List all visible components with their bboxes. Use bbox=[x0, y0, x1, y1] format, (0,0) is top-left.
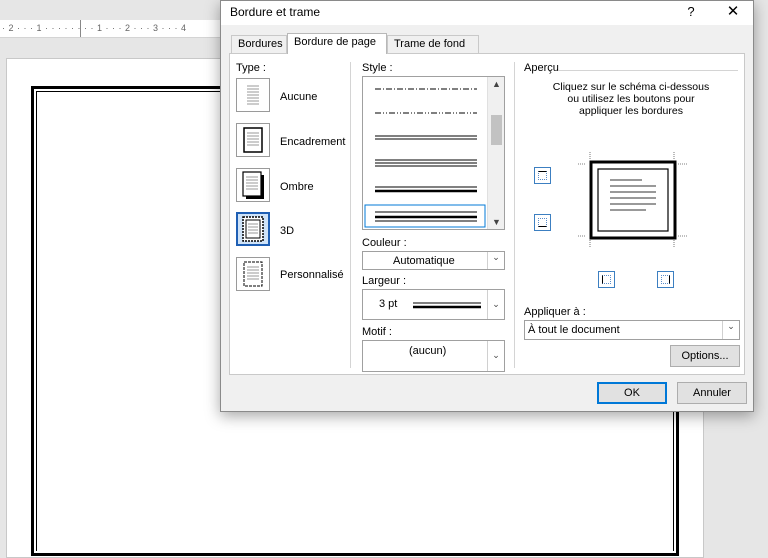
type-none-label[interactable]: Aucune bbox=[280, 91, 317, 103]
cancel-button[interactable]: Annuler bbox=[677, 382, 747, 404]
width-dropdown[interactable]: 3 pt ⌄ bbox=[362, 289, 505, 320]
color-value: Automatique bbox=[393, 255, 455, 267]
style-thin-thick-selected[interactable] bbox=[375, 211, 477, 222]
tab-content-panel: Type : Aucune Encadrement Ombre 3D Perso… bbox=[229, 53, 745, 375]
style-double[interactable] bbox=[375, 135, 477, 140]
color-label: Couleur : bbox=[362, 237, 407, 249]
chevron-down-icon[interactable]: ⌄ bbox=[487, 341, 504, 371]
column-divider bbox=[514, 62, 515, 368]
apply-to-dropdown[interactable]: À tout le document ⌄ bbox=[524, 320, 740, 340]
type-box-label[interactable]: Encadrement bbox=[280, 136, 345, 148]
type-label: Type : bbox=[236, 62, 266, 74]
style-scrollbar[interactable]: ▲ ▼ bbox=[487, 77, 504, 229]
ruler-text: · 2 · · · 1 · · · · · · · · 1 · · · 2 · … bbox=[2, 23, 187, 33]
type-none-icon[interactable] bbox=[236, 78, 270, 112]
style-options[interactable] bbox=[363, 77, 487, 229]
style-label: Style : bbox=[362, 62, 393, 74]
top-border-button[interactable] bbox=[534, 167, 551, 184]
chevron-down-icon[interactable]: ⌄ bbox=[487, 290, 504, 319]
chevron-down-icon[interactable]: ⌄ bbox=[487, 252, 504, 269]
borders-and-shading-dialog: Bordure et trame ? ✕ Bordures Bordure de… bbox=[220, 0, 754, 412]
shadow-border-icon bbox=[242, 171, 264, 199]
width-label: Largeur : bbox=[362, 275, 407, 287]
scroll-down-icon[interactable]: ▼ bbox=[488, 217, 504, 227]
apply-to-value: À tout le document bbox=[528, 324, 620, 336]
preview-hint: Cliquez sur le schéma ci-dessous ou util… bbox=[552, 81, 710, 117]
dialog-titlebar: Bordure et trame ? ✕ bbox=[221, 1, 753, 25]
horizontal-ruler: · 2 · · · 1 · · · · · · · · 1 · · · 2 · … bbox=[0, 20, 225, 38]
ok-label: OK bbox=[624, 387, 640, 399]
type-shadow-icon[interactable] bbox=[236, 168, 270, 202]
column-divider bbox=[350, 62, 351, 368]
width-value: 3 pt bbox=[379, 298, 398, 310]
art-label: Motif : bbox=[362, 326, 392, 338]
width-preview-line bbox=[413, 302, 481, 309]
type-custom-icon[interactable] bbox=[236, 257, 270, 291]
box-border-icon bbox=[243, 127, 263, 153]
cancel-label: Annuler bbox=[693, 387, 731, 399]
tab-shading-label: Trame de fond bbox=[394, 38, 466, 50]
style-list[interactable]: ▲ ▼ bbox=[362, 76, 505, 230]
left-border-button[interactable] bbox=[598, 271, 615, 288]
tab-borders[interactable]: Bordures bbox=[231, 35, 287, 53]
type-box-icon[interactable] bbox=[236, 123, 270, 157]
style-triple[interactable] bbox=[375, 159, 477, 167]
page-lines-icon bbox=[247, 85, 259, 105]
color-dropdown[interactable]: Automatique ⌄ bbox=[362, 251, 505, 270]
apply-to-label: Appliquer à : bbox=[524, 306, 586, 318]
bottom-border-button[interactable] bbox=[534, 214, 551, 231]
style-thick-thin[interactable] bbox=[375, 186, 477, 193]
type-3d-label[interactable]: 3D bbox=[280, 225, 294, 237]
custom-border-icon bbox=[243, 261, 263, 287]
scroll-thumb[interactable] bbox=[491, 115, 502, 145]
preview-rule bbox=[558, 70, 738, 71]
options-label: Options... bbox=[681, 350, 729, 362]
chevron-down-icon[interactable]: ⌄ bbox=[722, 321, 739, 339]
close-button[interactable]: ✕ bbox=[724, 2, 742, 20]
options-button[interactable]: Options... bbox=[670, 345, 740, 367]
help-button[interactable]: ? bbox=[683, 4, 699, 19]
ok-button[interactable]: OK bbox=[597, 382, 667, 404]
art-dropdown[interactable]: (aucun) ⌄ bbox=[362, 340, 505, 372]
dialog-title: Bordure et trame bbox=[230, 5, 321, 19]
tab-borders-label: Bordures bbox=[238, 38, 283, 50]
3d-border-icon bbox=[242, 216, 264, 242]
type-custom-label[interactable]: Personnalisé bbox=[280, 269, 344, 281]
type-shadow-label[interactable]: Ombre bbox=[280, 181, 314, 193]
art-value: (aucun) bbox=[409, 345, 447, 357]
right-border-button[interactable] bbox=[657, 271, 674, 288]
scroll-up-icon[interactable]: ▲ bbox=[488, 79, 504, 89]
tab-page-border[interactable]: Bordure de page bbox=[287, 33, 387, 54]
preview-label: Aperçu bbox=[524, 62, 559, 74]
tab-shading[interactable]: Trame de fond bbox=[387, 35, 479, 53]
tab-page-border-label: Bordure de page bbox=[294, 36, 376, 48]
indent-marker[interactable] bbox=[80, 20, 90, 37]
preview-diagram[interactable] bbox=[578, 152, 688, 247]
type-3d-icon[interactable] bbox=[236, 212, 270, 246]
